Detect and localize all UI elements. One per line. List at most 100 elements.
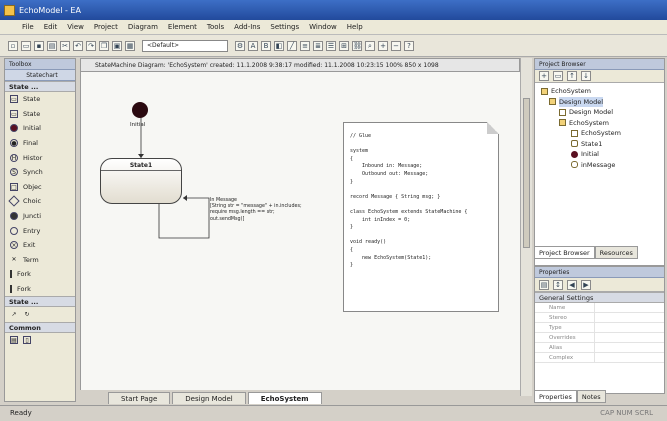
properties-section[interactable]: General Settings [535,292,664,303]
tool-fork-2[interactable]: Fork [5,282,75,297]
initial-label: Initial [130,122,146,128]
cut-icon[interactable]: ✂ [60,40,70,51]
font-icon[interactable]: A [248,40,258,51]
tool-junction[interactable]: Juncti [5,209,75,224]
help-icon[interactable]: ? [404,40,414,51]
state-node[interactable]: State1 [100,158,182,204]
up-icon[interactable]: ↑ [567,71,577,81]
down-icon[interactable]: ↓ [581,71,591,81]
toolbox-group-common[interactable]: Common [5,321,75,333]
tree-item[interactable]: EchoSystem [541,128,658,139]
menu-help[interactable]: Help [347,23,363,31]
new-package-icon[interactable]: + [539,71,549,81]
menu-edit[interactable]: Edit [44,23,58,31]
tool-entry[interactable]: Entry [5,223,75,238]
menu-settings[interactable]: Settings [270,23,299,31]
tab-start-page[interactable]: Start Page [108,392,171,404]
note-element[interactable]: // Glue system { Inbound in: Message; Ou… [343,122,499,312]
copy-icon[interactable]: ❐ [99,40,109,51]
sort-icon[interactable]: ↕ [553,279,563,290]
tool-choice[interactable]: Choic [5,194,75,209]
tool-state-2[interactable]: ▭ State [5,107,75,122]
tool-common[interactable]: ▤ ▯ [5,333,75,348]
prev-icon[interactable]: ◀ [567,279,577,290]
categorized-icon[interactable]: ▤ [539,279,549,290]
tool-exit[interactable]: × Exit [5,238,75,253]
canvas-scrollbar[interactable] [520,58,532,396]
object-icon: □ [10,182,18,191]
property-row[interactable]: Stereo [535,313,664,323]
paste-icon[interactable]: ▣ [112,40,122,51]
tool-terminate[interactable]: ✕ Term [5,253,75,268]
menu-file[interactable]: File [22,23,34,31]
find-icon[interactable]: ⌕ [365,40,375,51]
property-row[interactable]: Complex [535,353,664,363]
tab-notes[interactable]: Notes [576,390,606,403]
tool-state[interactable]: ▭ State [5,92,75,107]
menu-addins[interactable]: Add-Ins [234,23,260,31]
fill-icon[interactable]: ◧ [274,40,284,51]
property-row[interactable]: Type [535,323,664,333]
property-row[interactable]: Alias [535,343,664,353]
new-icon[interactable]: ▫ [8,40,18,51]
property-row[interactable]: Overrides [535,333,664,343]
transition-icon: ↗ [11,310,17,318]
tree-item[interactable]: State1 [541,139,658,150]
zoom-out-icon[interactable]: − [391,40,401,51]
menu-window[interactable]: Window [309,23,337,31]
properties-toolbar: ▤ ↕ ◀ ▶ [535,278,664,292]
tool-history[interactable]: H Histor [5,150,75,165]
tool-synch[interactable]: S Synch [5,165,75,180]
settings-icon[interactable]: ⚙ [235,40,245,51]
align-left-icon[interactable]: ≡ [300,40,310,51]
bold-icon[interactable]: B [261,40,271,51]
tree-item[interactable]: inMessage [541,160,658,171]
align-center-icon[interactable]: ≣ [313,40,323,51]
undo-icon[interactable]: ↶ [73,40,83,51]
terminate-icon: ✕ [11,255,17,263]
save-icon[interactable]: ▪ [34,40,44,51]
next-icon[interactable]: ▶ [581,279,591,290]
tab-resources[interactable]: Resources [594,246,638,259]
scroll-thumb[interactable] [523,98,530,248]
grid-icon[interactable]: ▦ [125,40,135,51]
print-icon[interactable]: ▤ [47,40,57,51]
app-icon [4,4,15,16]
tool-initial[interactable]: Initial [5,121,75,136]
toolbox-subheader[interactable]: Statechart [5,70,75,81]
tab-project-browser[interactable]: Project Browser [534,246,595,259]
tab-design-model[interactable]: Design Model [172,392,246,404]
redo-icon[interactable]: ↷ [86,40,96,51]
tree-item[interactable]: Design Model [541,96,658,107]
tree-item[interactable]: EchoSystem [541,118,658,129]
tool-fork[interactable]: Fork [5,267,75,282]
tree-item[interactable]: EchoSystem [541,86,658,97]
menu-project[interactable]: Project [94,23,118,31]
menu-element[interactable]: Element [168,23,197,31]
tab-properties[interactable]: Properties [534,390,577,403]
tree-item[interactable]: Initial [541,149,658,160]
tool-final[interactable]: ● Final [5,136,75,151]
menu-view[interactable]: View [67,23,84,31]
align-right-icon[interactable]: ☰ [326,40,336,51]
zoom-in-icon[interactable]: + [378,40,388,51]
initial-node[interactable] [132,102,148,118]
property-row[interactable]: Name [535,303,664,313]
tool-transition[interactable]: ↗ ↻ [5,307,75,322]
project-browser: Project Browser + ▭ ↑ ↓ EchoSystem Desig… [534,58,665,266]
open-icon[interactable]: ▭ [21,40,31,51]
menu-diagram[interactable]: Diagram [128,23,158,31]
synch-icon: S [10,168,18,177]
tab-echosystem[interactable]: EchoSystem [247,392,322,404]
menu-tools[interactable]: Tools [207,23,224,31]
tool-object[interactable]: □ Objec [5,180,75,195]
layout-icon[interactable]: ⊞ [339,40,349,51]
link-icon[interactable]: ⛓ [352,40,362,51]
perspective-select[interactable]: <Default> [142,39,228,52]
self-transition[interactable] [158,197,210,239]
toolbox-group-state-2[interactable]: State ... [5,296,75,308]
new-element-icon[interactable]: ▭ [553,71,563,81]
line-icon[interactable]: ╱ [287,40,297,51]
tree-item[interactable]: Design Model [541,107,658,118]
toolbox-group-state[interactable]: State ... [5,81,75,92]
